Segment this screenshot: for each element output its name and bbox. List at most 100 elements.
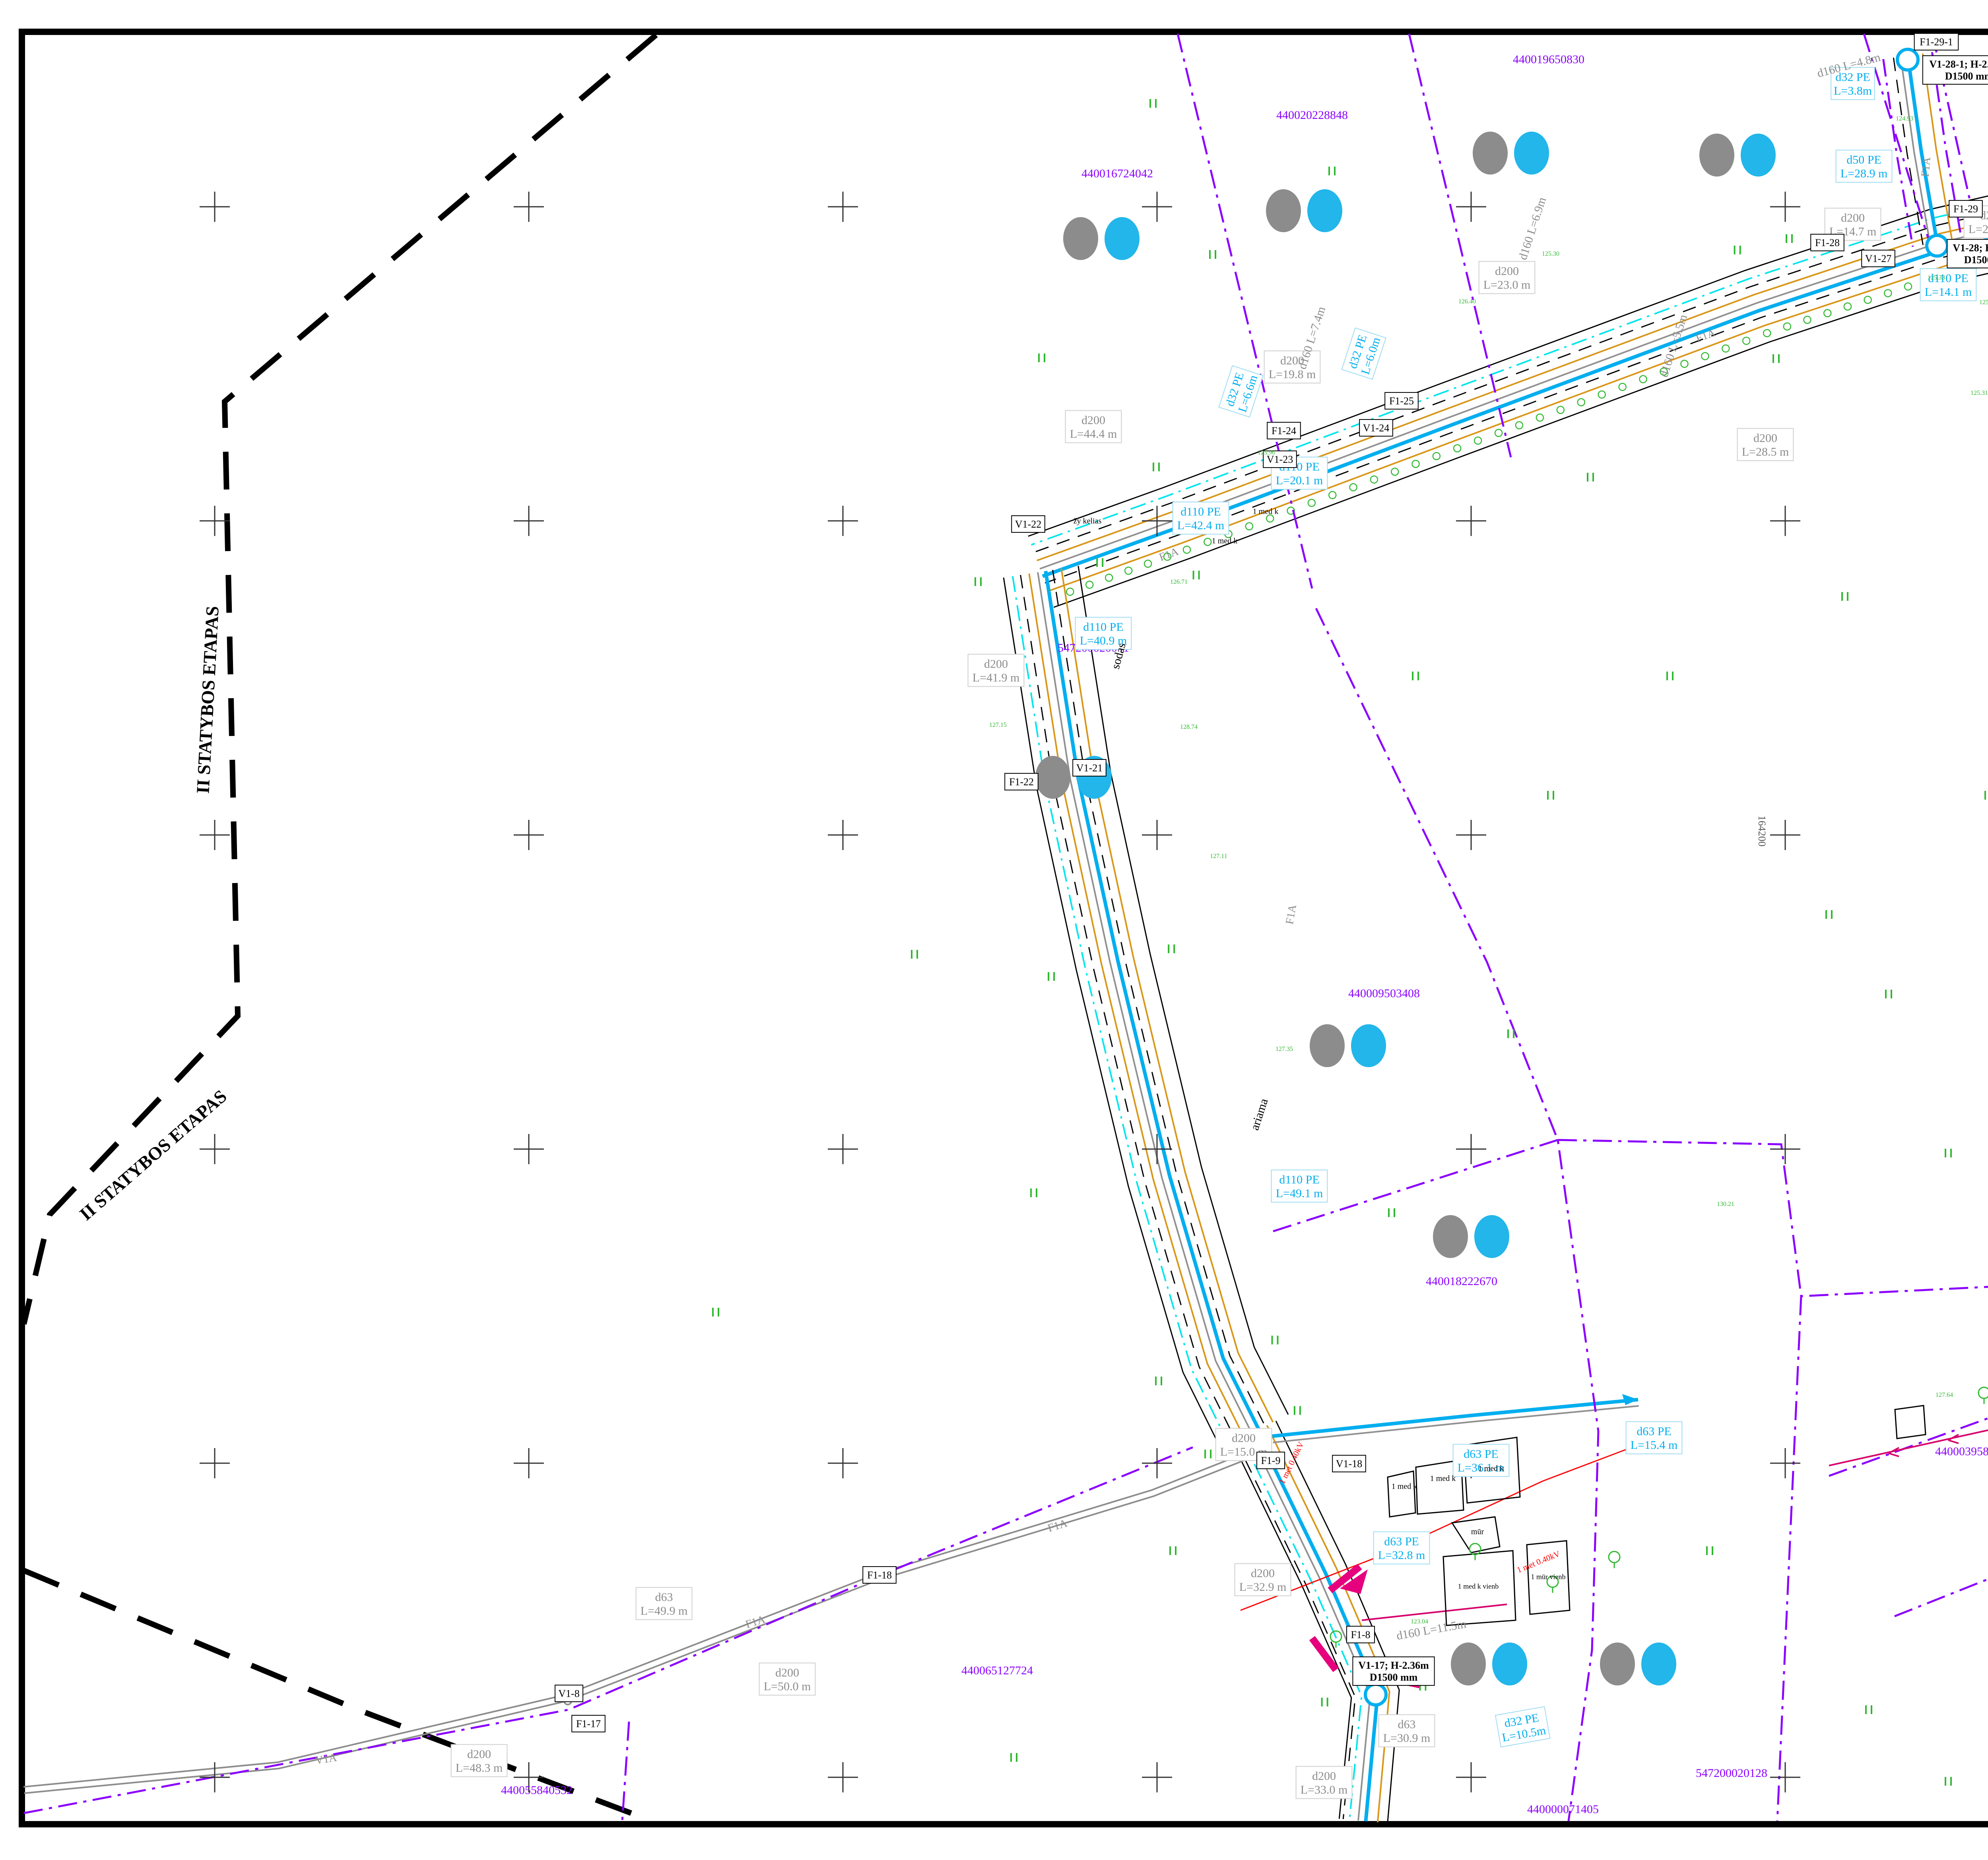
svg-text:F1-18: F1-18: [867, 1569, 892, 1581]
grid-cross: [1770, 1448, 1800, 1478]
grid-cross: [1142, 1762, 1172, 1792]
dimension-label: d200L=32.9 m: [1235, 1564, 1291, 1596]
svg-text:F1-17: F1-17: [576, 1718, 601, 1730]
node-label: V1-8: [555, 1685, 583, 1702]
manhole-projected-icon: [1351, 1024, 1386, 1067]
parcel-number: 440055840532: [501, 1784, 573, 1797]
grid-cross: [1456, 1762, 1486, 1792]
grid-cross: [200, 1448, 230, 1478]
parcel-number: 547200020128: [1696, 1767, 1767, 1780]
grid-cross: [514, 192, 544, 222]
grid-cross: [1456, 820, 1486, 850]
svg-text:125.43: 125.43: [1979, 299, 1988, 306]
svg-text:L=29.2 m: L=29.2 m: [1969, 223, 1988, 236]
grid-cross: [1770, 1762, 1800, 1792]
svg-text:L=3.8m: L=3.8m: [1834, 84, 1872, 97]
svg-text:V1-8: V1-8: [558, 1688, 579, 1699]
svg-text:440020228848: 440020228848: [1276, 109, 1348, 122]
svg-text:L=14.1 m: L=14.1 m: [1925, 285, 1972, 299]
svg-text:F1A: F1A: [1157, 545, 1180, 563]
svg-text:130.21: 130.21: [1717, 1201, 1734, 1208]
svg-text:126.71: 126.71: [1170, 579, 1188, 585]
grid-cross: [1770, 1134, 1800, 1164]
svg-text:1 med k: 1 med k: [1478, 1464, 1504, 1473]
manhole-projected-icon: [1492, 1643, 1527, 1685]
node-label: F1-25: [1385, 392, 1418, 409]
plan-text: 1 med k vienb: [1458, 1582, 1499, 1590]
svg-text:L=49.1 m: L=49.1 m: [1276, 1187, 1323, 1200]
parcel-number: 440065127724: [961, 1664, 1033, 1677]
svg-text:127.64: 127.64: [1936, 1392, 1953, 1398]
svg-text:123.04: 123.04: [1411, 1618, 1428, 1625]
pipe-label: d63 PEL=15.4 m: [1626, 1422, 1682, 1454]
svg-text:440018222670: 440018222670: [1426, 1275, 1497, 1288]
dimension-label: d160 L=11.5m: [1396, 1617, 1468, 1643]
plan-text: 1 med k: [1392, 1482, 1417, 1491]
svg-text:d110 PE: d110 PE: [1180, 505, 1221, 518]
dimension-label: d200L=28.5 m: [1738, 429, 1794, 461]
grid-cross: [1142, 820, 1172, 850]
svg-text:F1-29-1: F1-29-1: [1920, 36, 1953, 48]
elevation-label: 128.74: [1180, 724, 1198, 730]
node-label: V1-27: [1862, 250, 1895, 267]
svg-text:F1A: F1A: [1919, 156, 1933, 177]
grid-cross: [828, 1448, 858, 1478]
manhole-existing-icon: [1035, 756, 1070, 799]
plan-text: F1A: [1157, 545, 1180, 563]
grid-cross: [828, 192, 858, 222]
svg-text:F1A: F1A: [1046, 1517, 1069, 1534]
svg-text:440003958612: 440003958612: [1935, 1445, 1988, 1458]
grid-cross: [1142, 192, 1172, 222]
elevation-label: 126.40: [1458, 298, 1476, 305]
svg-text:V1-18: V1-18: [1336, 1458, 1362, 1470]
svg-text:440055840532: 440055840532: [501, 1784, 573, 1797]
plan-text: F1A: [1046, 1517, 1069, 1534]
svg-text:440016724042: 440016724042: [1081, 167, 1153, 180]
svg-text:d200: d200: [1312, 1770, 1336, 1783]
svg-text:d200: d200: [1753, 432, 1777, 445]
elevation-label: 125.30: [1542, 250, 1559, 257]
node-label: V1-18: [1332, 1455, 1366, 1472]
building-footprint: [1388, 1471, 1415, 1517]
svg-text:žy kelias: žy kelias: [1074, 517, 1102, 526]
node-label: F1-29-1: [1914, 33, 1959, 50]
manhole-projected-icon: [1307, 189, 1342, 232]
dimension-label: d200L=23.0 m: [1479, 262, 1535, 294]
pipe-label: d32 PEL=10.5m: [1495, 1707, 1550, 1747]
plan-text: 1 med k: [1253, 507, 1278, 516]
svg-text:d200: d200: [775, 1666, 799, 1679]
svg-text:1 med k: 1 med k: [1430, 1474, 1456, 1483]
svg-text:125.96: 125.96: [1258, 449, 1275, 456]
manhole-projected-icon: [1105, 217, 1140, 260]
svg-text:440000071405: 440000071405: [1527, 1803, 1599, 1816]
svg-text:L=30.9 m: L=30.9 m: [1383, 1732, 1431, 1745]
svg-text:440065127724: 440065127724: [961, 1664, 1033, 1677]
svg-text:d200: d200: [1251, 1567, 1275, 1580]
svg-text:d200: d200: [1081, 414, 1105, 427]
elevation-label: 125.96: [1258, 449, 1275, 456]
dimension-label: d63L=30.9 m: [1379, 1715, 1435, 1747]
svg-text:127.15: 127.15: [989, 722, 1007, 728]
svg-text:D1500 mm: D1500 mm: [1945, 70, 1988, 82]
svg-text:L=49.9 m: L=49.9 m: [641, 1604, 688, 1617]
dimension-label: d63L=49.9 m: [636, 1588, 692, 1620]
node-detail-label: V1-28; H-2.62mD1500 mm: [1947, 239, 1988, 268]
svg-text:D1500 mm: D1500 mm: [1964, 254, 1988, 266]
svg-text:V1A: V1A: [315, 1751, 338, 1767]
dimension-label: d200L=41.9 m: [968, 654, 1024, 687]
stage-label: II STATYBOS ETAPAS: [192, 606, 223, 794]
svg-text:1 med k: 1 med k: [1253, 507, 1278, 516]
svg-text:127.11: 127.11: [1210, 853, 1227, 860]
grid-cross: [1770, 820, 1800, 850]
svg-text:440009503408: 440009503408: [1348, 987, 1420, 1000]
plan-text: 1 med k: [1430, 1474, 1456, 1483]
svg-text:1 med k: 1 med k: [1212, 537, 1237, 546]
node-label: F1-8: [1347, 1626, 1375, 1643]
elevation-label: 126.71: [1170, 579, 1188, 585]
parcel-number: 440000071405: [1527, 1803, 1599, 1816]
plan-text: 1 med k: [1478, 1464, 1504, 1473]
manhole-existing-icon: [1473, 132, 1508, 175]
grid-cross: [1142, 1448, 1172, 1478]
elevation-label: 123.04: [1411, 1618, 1428, 1625]
grid-cross: [828, 1762, 858, 1792]
